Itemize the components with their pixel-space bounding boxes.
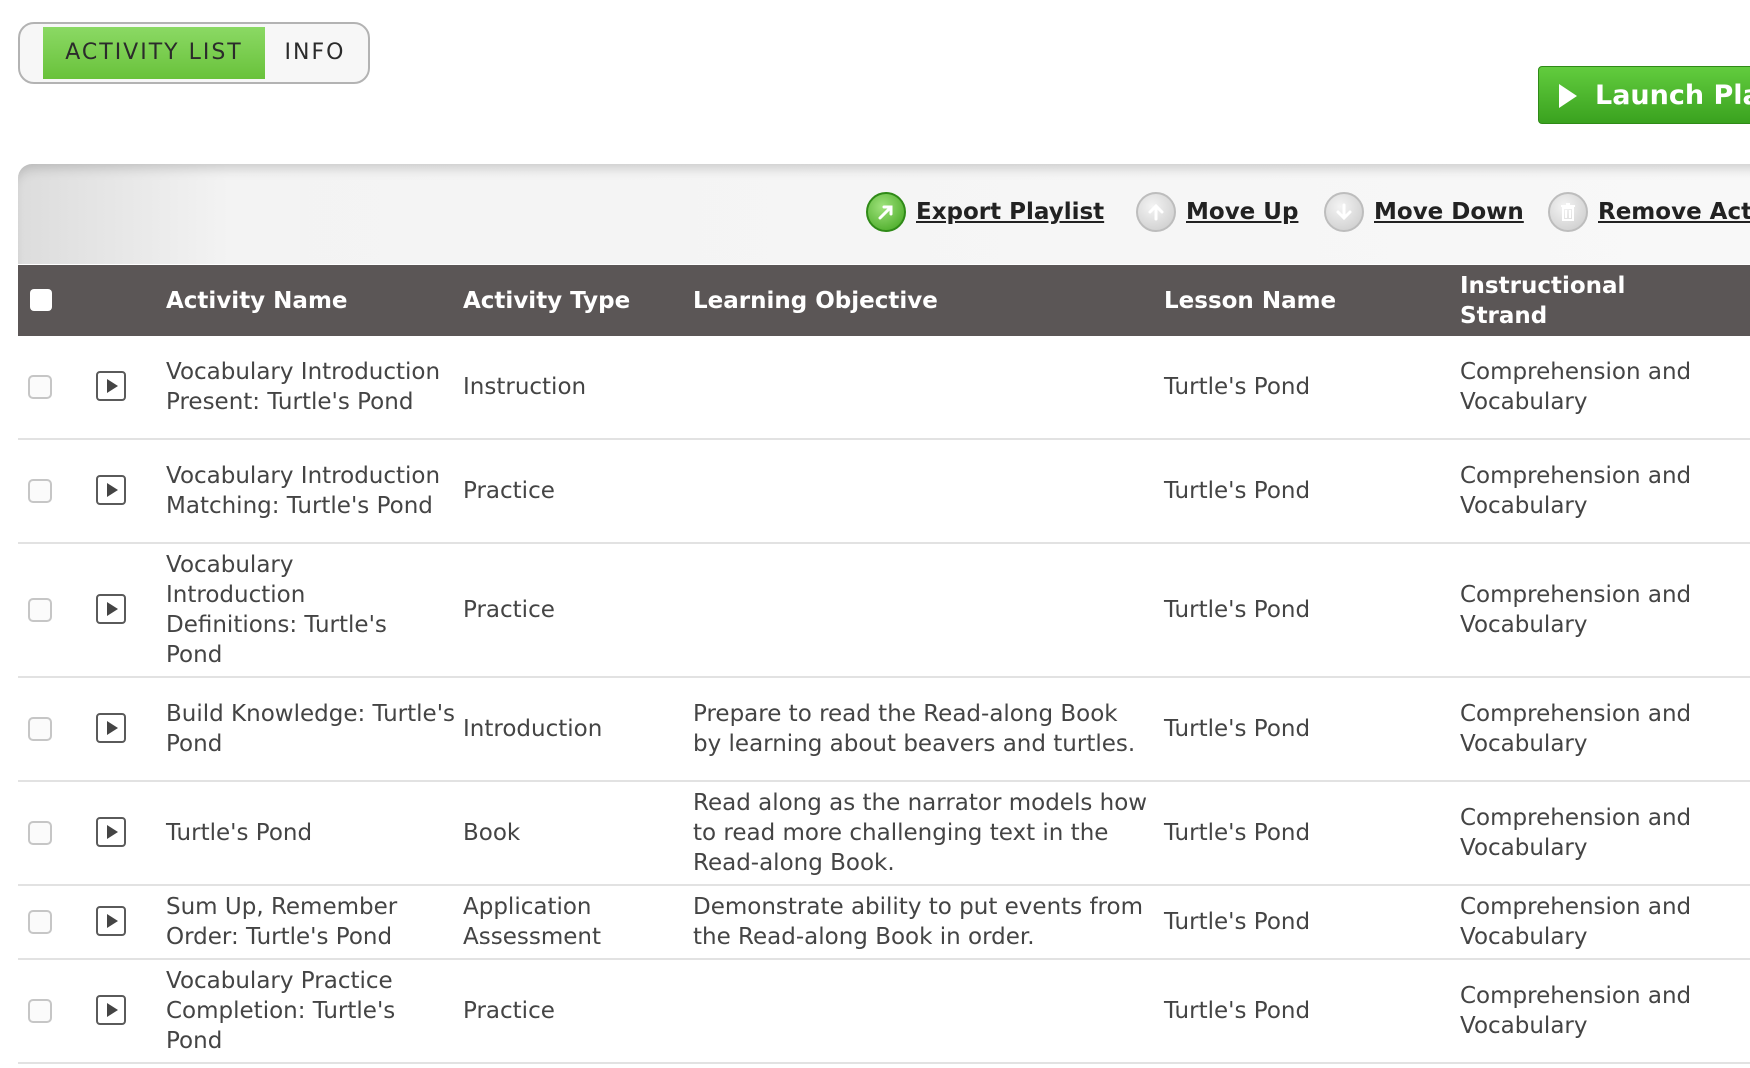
remove-activity-button[interactable]: Remove Act bbox=[1548, 192, 1750, 232]
activity-type: Introduction bbox=[463, 716, 603, 742]
play-icon[interactable] bbox=[96, 594, 126, 624]
row-checkbox[interactable] bbox=[28, 999, 52, 1023]
arrow-down-icon bbox=[1324, 192, 1364, 232]
play-icon[interactable] bbox=[96, 995, 126, 1025]
arrow-up-icon bbox=[1136, 192, 1176, 232]
move-up-label: Move Up bbox=[1186, 199, 1299, 225]
table-header: Activity Name Activity Type Learning Obj… bbox=[18, 265, 1750, 336]
play-icon[interactable] bbox=[96, 817, 126, 847]
header-lesson-name[interactable]: Lesson Name bbox=[1164, 265, 1336, 336]
table-toolbar: Export Playlist Move Up Move Down Remove… bbox=[18, 164, 1750, 264]
header-learning-objective[interactable]: Learning Objective bbox=[693, 265, 938, 336]
trash-icon bbox=[1548, 192, 1588, 232]
learning-objective: Demonstrate ability to put events from t… bbox=[693, 894, 1143, 950]
export-playlist-label: Export Playlist bbox=[916, 199, 1105, 225]
activity-type: Practice bbox=[463, 597, 555, 623]
activity-type: Book bbox=[463, 820, 521, 846]
activity-name: Vocabulary Introduction Matching: Turtle… bbox=[166, 463, 441, 519]
learning-objective bbox=[693, 440, 1153, 542]
play-icon[interactable] bbox=[96, 371, 126, 401]
activity-type: Application Assessment bbox=[463, 894, 601, 950]
remove-activity-label: Remove Act bbox=[1598, 199, 1750, 225]
move-up-button[interactable]: Move Up bbox=[1136, 192, 1298, 232]
instructional-strand: Comprehension and Vocabulary bbox=[1460, 463, 1692, 519]
instructional-strand: Comprehension and Vocabulary bbox=[1460, 894, 1692, 950]
move-down-label: Move Down bbox=[1374, 199, 1524, 225]
instructional-strand: Comprehension and Vocabulary bbox=[1460, 983, 1692, 1039]
table-row[interactable]: Vocabulary Practice Completion: Turtle's… bbox=[18, 960, 1750, 1064]
launch-button-label: Launch Pla bbox=[1595, 80, 1750, 111]
activity-type: Practice bbox=[463, 478, 555, 504]
row-checkbox[interactable] bbox=[28, 910, 52, 934]
export-icon bbox=[866, 192, 906, 232]
row-checkbox[interactable] bbox=[28, 717, 52, 741]
table-row[interactable]: Sum Up, Remember Order: Turtle's Pond Ap… bbox=[18, 886, 1750, 960]
activity-type: Instruction bbox=[463, 374, 587, 400]
learning-objective bbox=[693, 544, 1153, 676]
play-icon[interactable] bbox=[96, 713, 126, 743]
activity-type: Practice bbox=[463, 998, 555, 1024]
tab-info[interactable]: INFO bbox=[270, 27, 360, 79]
header-instructional-strand[interactable]: Instructional Strand bbox=[1460, 265, 1650, 336]
learning-objective bbox=[693, 336, 1153, 438]
instructional-strand: Comprehension and Vocabulary bbox=[1460, 805, 1692, 861]
select-all-checkbox[interactable] bbox=[30, 289, 52, 311]
header-activity-type[interactable]: Activity Type bbox=[463, 265, 630, 336]
instructional-strand: Comprehension and Vocabulary bbox=[1460, 582, 1692, 638]
activity-name: Vocabulary Practice Completion: Turtle's… bbox=[166, 968, 396, 1054]
header-activity-name[interactable]: Activity Name bbox=[166, 265, 348, 336]
learning-objective: Prepare to read the Read-along Book by l… bbox=[693, 701, 1136, 757]
move-down-button[interactable]: Move Down bbox=[1324, 192, 1524, 232]
table-row[interactable]: Build Knowledge: Turtle's Pond Introduct… bbox=[18, 678, 1750, 782]
lesson-name: Turtle's Pond bbox=[1164, 716, 1311, 742]
play-icon bbox=[1559, 84, 1577, 108]
view-tabs: ACTIVITY LIST INFO bbox=[18, 22, 370, 84]
activity-name: Turtle's Pond bbox=[166, 820, 313, 846]
activity-name: Vocabulary Introduction Present: Turtle'… bbox=[166, 359, 441, 415]
instructional-strand: Comprehension and Vocabulary bbox=[1460, 701, 1692, 757]
activity-name: Sum Up, Remember Order: Turtle's Pond bbox=[166, 894, 398, 950]
activity-name: Build Knowledge: Turtle's Pond bbox=[166, 701, 455, 757]
lesson-name: Turtle's Pond bbox=[1164, 478, 1311, 504]
instructional-strand: Comprehension and Vocabulary bbox=[1460, 359, 1692, 415]
lesson-name: Turtle's Pond bbox=[1164, 820, 1311, 846]
play-icon[interactable] bbox=[96, 475, 126, 505]
activity-name: Vocabulary Introduction Definitions: Tur… bbox=[166, 552, 387, 668]
row-checkbox[interactable] bbox=[28, 375, 52, 399]
lesson-name: Turtle's Pond bbox=[1164, 374, 1311, 400]
table-row[interactable]: Vocabulary Introduction Present: Turtle'… bbox=[18, 336, 1750, 440]
export-playlist-button[interactable]: Export Playlist bbox=[866, 192, 1104, 232]
launch-playlist-button[interactable]: Launch Pla bbox=[1538, 66, 1750, 124]
table-row[interactable]: Turtle's Pond Book Read along as the nar… bbox=[18, 782, 1750, 886]
learning-objective bbox=[693, 960, 1153, 1062]
lesson-name: Turtle's Pond bbox=[1164, 597, 1311, 623]
learning-objective: Read along as the narrator models how to… bbox=[693, 790, 1148, 876]
table-row[interactable]: Vocabulary Introduction Matching: Turtle… bbox=[18, 440, 1750, 544]
lesson-name: Turtle's Pond bbox=[1164, 909, 1311, 935]
lesson-name: Turtle's Pond bbox=[1164, 998, 1311, 1024]
tab-activity-list[interactable]: ACTIVITY LIST bbox=[43, 27, 265, 79]
row-checkbox[interactable] bbox=[28, 598, 52, 622]
row-checkbox[interactable] bbox=[28, 479, 52, 503]
play-icon[interactable] bbox=[96, 906, 126, 936]
row-checkbox[interactable] bbox=[28, 821, 52, 845]
table-row[interactable]: Vocabulary Introduction Definitions: Tur… bbox=[18, 544, 1750, 678]
